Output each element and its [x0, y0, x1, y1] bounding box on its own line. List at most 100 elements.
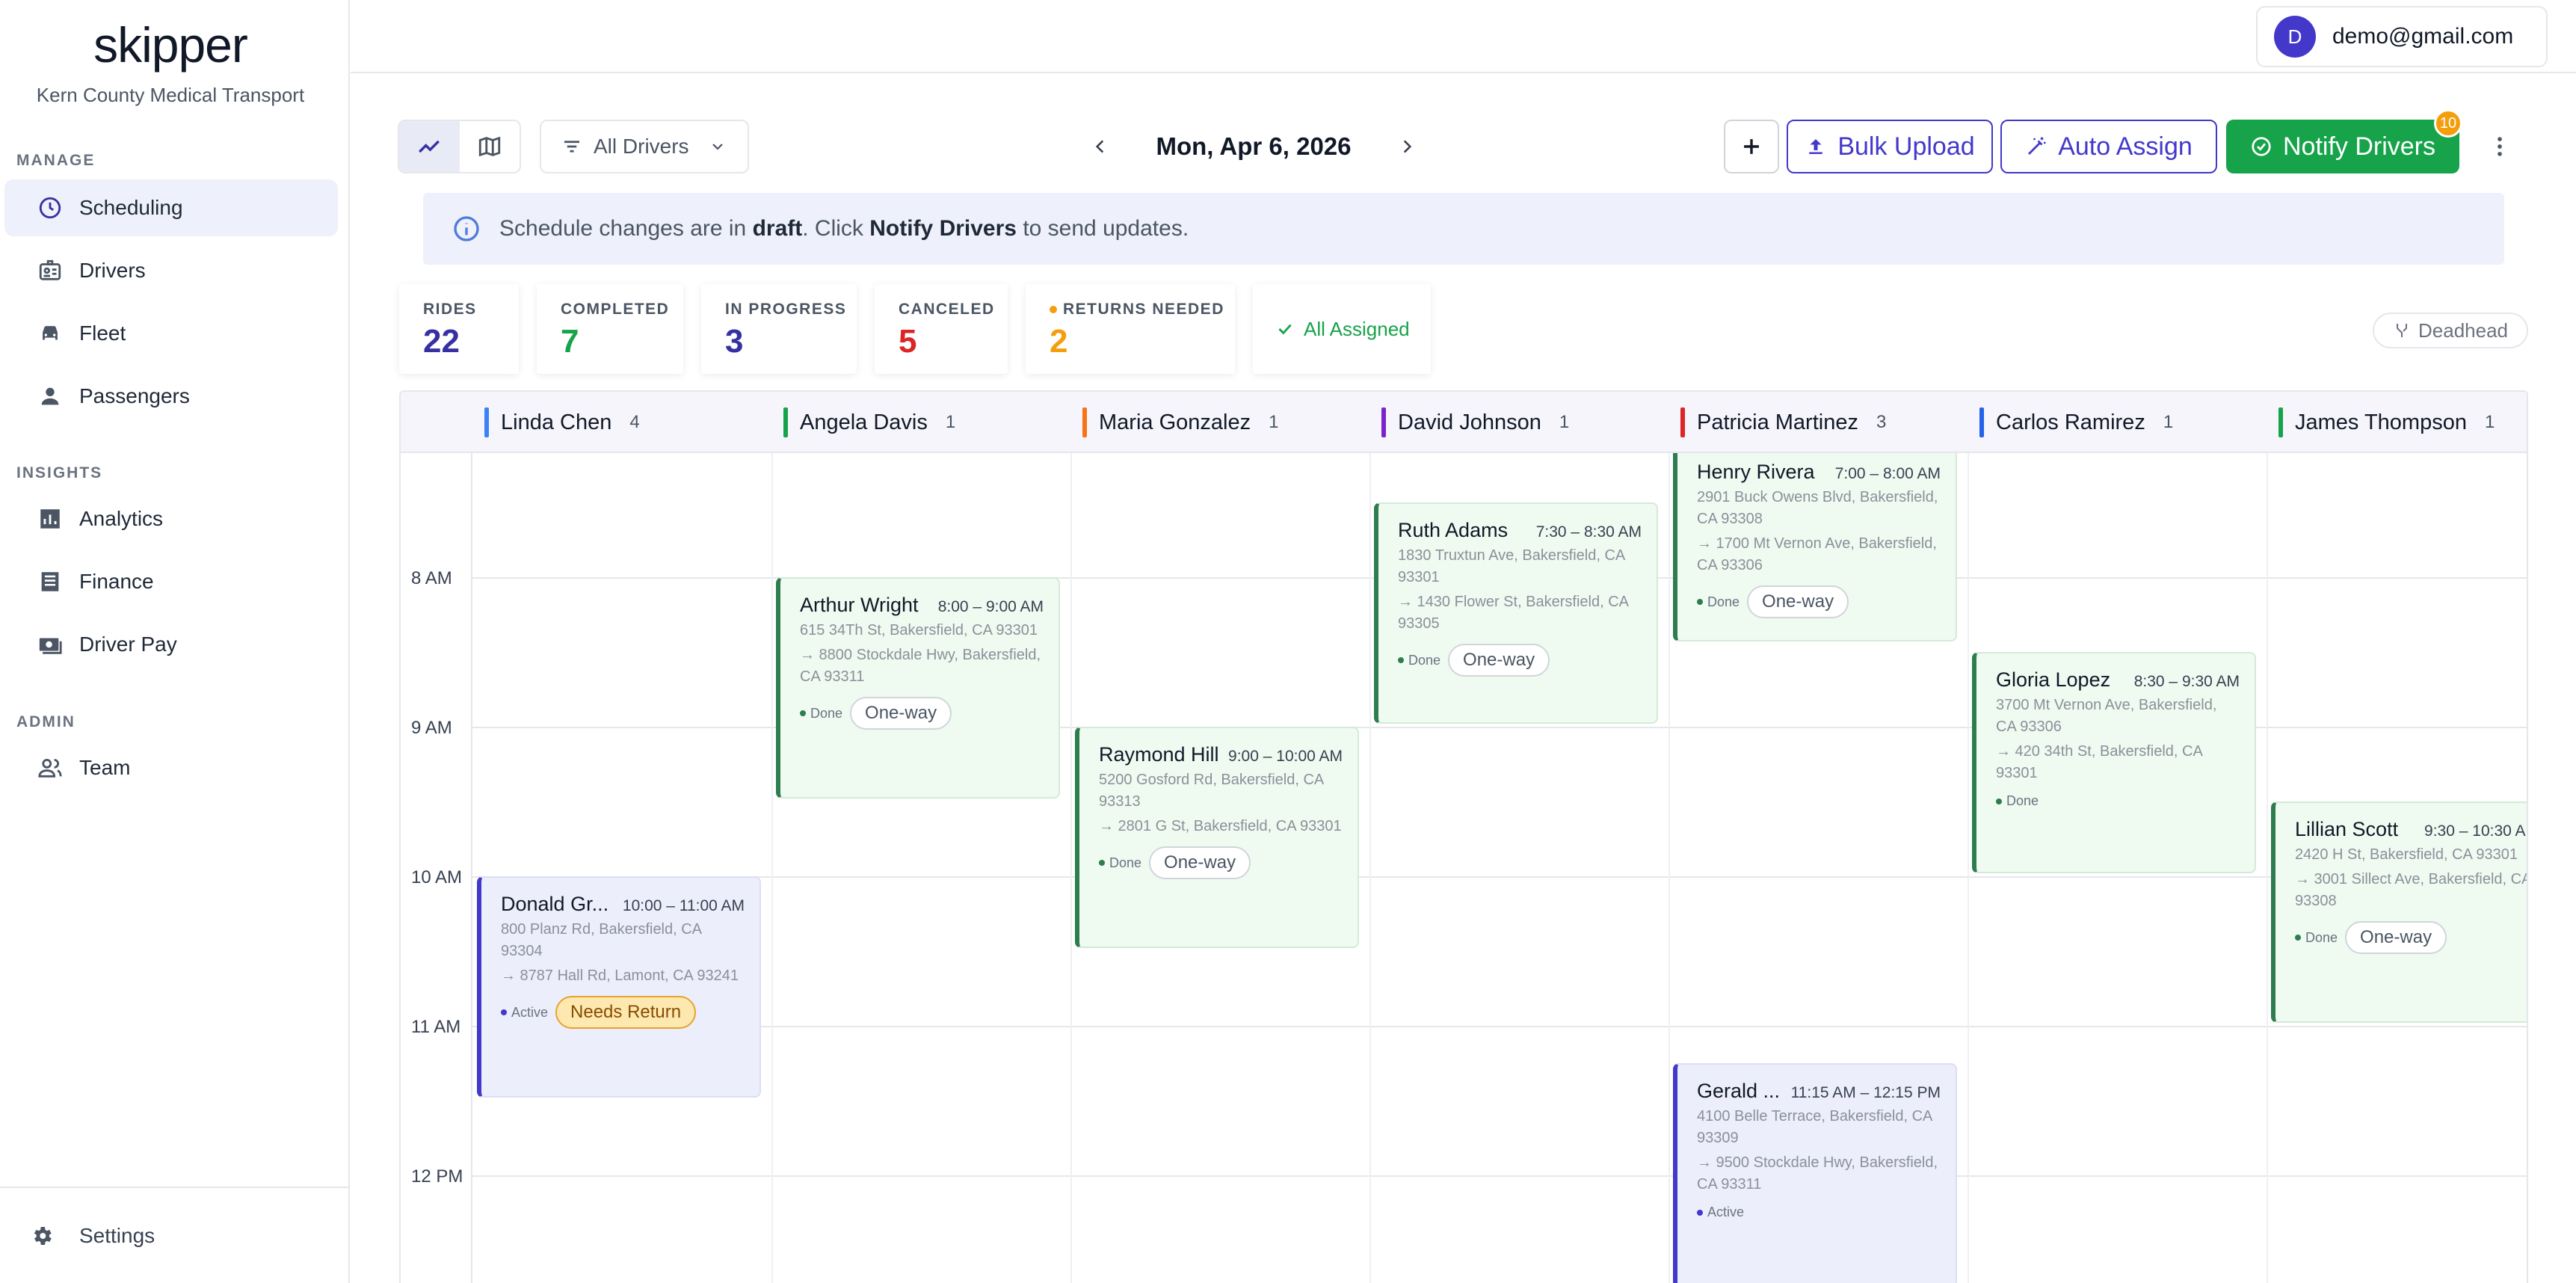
- trip-type-tag: One-way: [850, 697, 952, 730]
- date-navigator: Mon, Apr 6, 2026: [1085, 120, 1422, 173]
- sidebar: skipper Kern County Medical Transport MA…: [0, 0, 350, 1283]
- sidebar-item-analytics[interactable]: Analytics: [4, 490, 338, 547]
- chevron-right-icon: [1403, 140, 1412, 153]
- driver-column-header[interactable]: Carlos Ramirez 1: [1968, 392, 2173, 453]
- checkmark-icon: [1278, 324, 1292, 335]
- stat-in-progress[interactable]: IN PROGRESS 3: [701, 284, 857, 374]
- time-label: 9 AM: [411, 718, 452, 738]
- upload-icon: [1809, 139, 1823, 154]
- time-label: 8 AM: [411, 568, 452, 588]
- check-circle-icon: [2252, 137, 2271, 156]
- sidebar-item-label: Analytics: [79, 507, 164, 530]
- time-gutter: [401, 392, 472, 1283]
- route-fork-icon: [2397, 324, 2407, 337]
- sidebar-item-team[interactable]: Team: [4, 739, 338, 796]
- driver-column-header[interactable]: Linda Chen 4: [472, 392, 640, 453]
- trip-type-tag: One-way: [1149, 846, 1251, 879]
- settings-label: Settings: [79, 1223, 155, 1247]
- trip-type-tag: One-way: [2345, 921, 2447, 954]
- sidebar-item-drivers[interactable]: Drivers: [4, 242, 338, 299]
- add-ride-button[interactable]: [1724, 120, 1779, 173]
- trend-line-icon: [419, 140, 440, 153]
- driver-column-header[interactable]: James Thompson 1: [2267, 392, 2495, 453]
- sidebar-item-passengers[interactable]: Passengers: [4, 368, 338, 425]
- user-email: demo@gmail.com: [2332, 24, 2514, 49]
- sidebar-item-finance[interactable]: Finance: [4, 553, 338, 610]
- sidebar-item-driver-pay[interactable]: Driver Pay: [4, 616, 338, 673]
- map-icon: [478, 136, 500, 157]
- map-view-button[interactable]: [460, 121, 520, 172]
- notify-drivers-label: Notify Drivers: [2282, 132, 2436, 161]
- ride-card[interactable]: Gloria Lopez 8:30 – 9:30 AM 3700 Mt Verno…: [1972, 652, 2256, 873]
- ledger-icon: [36, 567, 64, 596]
- ride-card[interactable]: Henry Rivera 7:00 – 8:00 AM 2901 Buck Owe…: [1673, 422, 1957, 642]
- view-toggle: [398, 120, 521, 173]
- time-label: 10 AM: [411, 867, 463, 887]
- schedule-calendar: 8 AM 9 AM 10 AM 11 AM 12 PM Linda Chen 4 …: [399, 390, 2528, 1283]
- settings-button[interactable]: Settings: [0, 1187, 348, 1283]
- nav-section-insights: INSIGHTS: [16, 464, 103, 481]
- time-label: 11 AM: [411, 1017, 461, 1037]
- money-icon: [36, 630, 64, 659]
- draft-info-banner: Schedule changes are in draft. Click Not…: [423, 193, 2504, 265]
- stat-canceled[interactable]: CANCELED 5: [875, 284, 1008, 374]
- sidebar-item-label: Drivers: [79, 259, 146, 282]
- driver-column-header[interactable]: Angela Davis 1: [771, 392, 955, 453]
- driver-column-header[interactable]: Patricia Martinez 3: [1668, 392, 1886, 453]
- banner-text: Schedule changes are in draft. Click Not…: [499, 216, 1189, 241]
- chevron-down-icon: [712, 144, 723, 150]
- id-card-icon: [36, 256, 64, 285]
- magic-wand-icon: [2028, 137, 2046, 155]
- sidebar-item-label: Finance: [79, 570, 154, 593]
- driver-filter-dropdown[interactable]: All Drivers: [540, 120, 749, 173]
- ride-card[interactable]: Ruth Adams 7:30 – 8:30 AM 1830 Truxtun Av…: [1374, 502, 1658, 724]
- top-bar: D demo@gmail.com: [351, 0, 2576, 73]
- more-options-button[interactable]: [2485, 132, 2515, 161]
- warning-dot-icon: [1050, 306, 1057, 314]
- clock-icon: [36, 194, 64, 222]
- notify-drivers-button[interactable]: Notify Drivers 10: [2226, 109, 2462, 173]
- bar-chart-icon: [36, 505, 64, 533]
- ride-card[interactable]: Donald Gr... 10:00 – 11:00 AM 800 Planz R…: [477, 876, 761, 1098]
- driver-column-header[interactable]: Maria Gonzalez 1: [1070, 392, 1278, 453]
- stat-returns-needed[interactable]: RETURNS NEEDED 2: [1026, 284, 1235, 374]
- timeline-view-button[interactable]: [399, 121, 460, 172]
- sidebar-item-label: Driver Pay: [79, 633, 177, 656]
- filter-icon: [564, 141, 579, 153]
- auto-assign-button[interactable]: Auto Assign: [2000, 120, 2217, 173]
- ride-card[interactable]: Lillian Scott 9:30 – 10:30 AM 2420 H St, …: [2271, 802, 2527, 1023]
- kebab-menu-icon: [2498, 137, 2502, 156]
- driver-columns-header: Linda Chen 4 Angela Davis 1 Maria Gonzalez…: [401, 392, 2527, 453]
- sidebar-item-label: Passengers: [79, 384, 190, 407]
- organization-name: Kern County Medical Transport: [36, 84, 305, 106]
- bulk-upload-button[interactable]: Bulk Upload: [1787, 120, 1993, 173]
- sidebar-item-label: Team: [79, 756, 131, 779]
- person-icon: [36, 382, 64, 410]
- stat-rides[interactable]: RIDES 22: [399, 284, 519, 374]
- team-icon: [36, 754, 64, 782]
- user-menu[interactable]: D demo@gmail.com: [2256, 6, 2548, 67]
- ride-card[interactable]: Arthur Wright 8:00 – 9:00 AM 615 34Th St,…: [776, 577, 1060, 799]
- current-date[interactable]: Mon, Apr 6, 2026: [1156, 132, 1351, 161]
- previous-day-button[interactable]: [1085, 132, 1115, 161]
- trip-type-tag: One-way: [1747, 585, 1849, 618]
- auto-assign-label: Auto Assign: [2058, 132, 2193, 161]
- ride-card[interactable]: Raymond Hill 9:00 – 10:00 AM 5200 Gosford…: [1075, 727, 1359, 948]
- deadhead-toggle[interactable]: Deadhead: [2373, 313, 2528, 348]
- sidebar-item-scheduling[interactable]: Scheduling: [4, 179, 338, 236]
- trip-type-tag: One-way: [1448, 644, 1550, 677]
- info-icon: [454, 216, 479, 241]
- bulk-upload-label: Bulk Upload: [1837, 132, 1975, 161]
- driver-column-header[interactable]: David Johnson 1: [1369, 392, 1569, 453]
- next-day-button[interactable]: [1392, 132, 1422, 161]
- sidebar-item-label: Fleet: [79, 321, 126, 345]
- stat-completed[interactable]: COMPLETED 7: [537, 284, 683, 374]
- pending-notifications-badge: 10: [2434, 109, 2462, 138]
- app-logo[interactable]: skipper: [0, 16, 341, 73]
- car-icon: [36, 319, 64, 348]
- sidebar-item-fleet[interactable]: Fleet: [4, 305, 338, 362]
- schedule-toolbar: All Drivers Mon, Apr 6, 2026 Bulk Upload…: [398, 109, 2528, 173]
- ride-card[interactable]: Gerald ... 11:15 AM – 12:15 PM 4100 Belle…: [1673, 1063, 1957, 1283]
- needs-return-tag[interactable]: Needs Return: [555, 996, 697, 1029]
- plus-icon: [1744, 139, 1759, 154]
